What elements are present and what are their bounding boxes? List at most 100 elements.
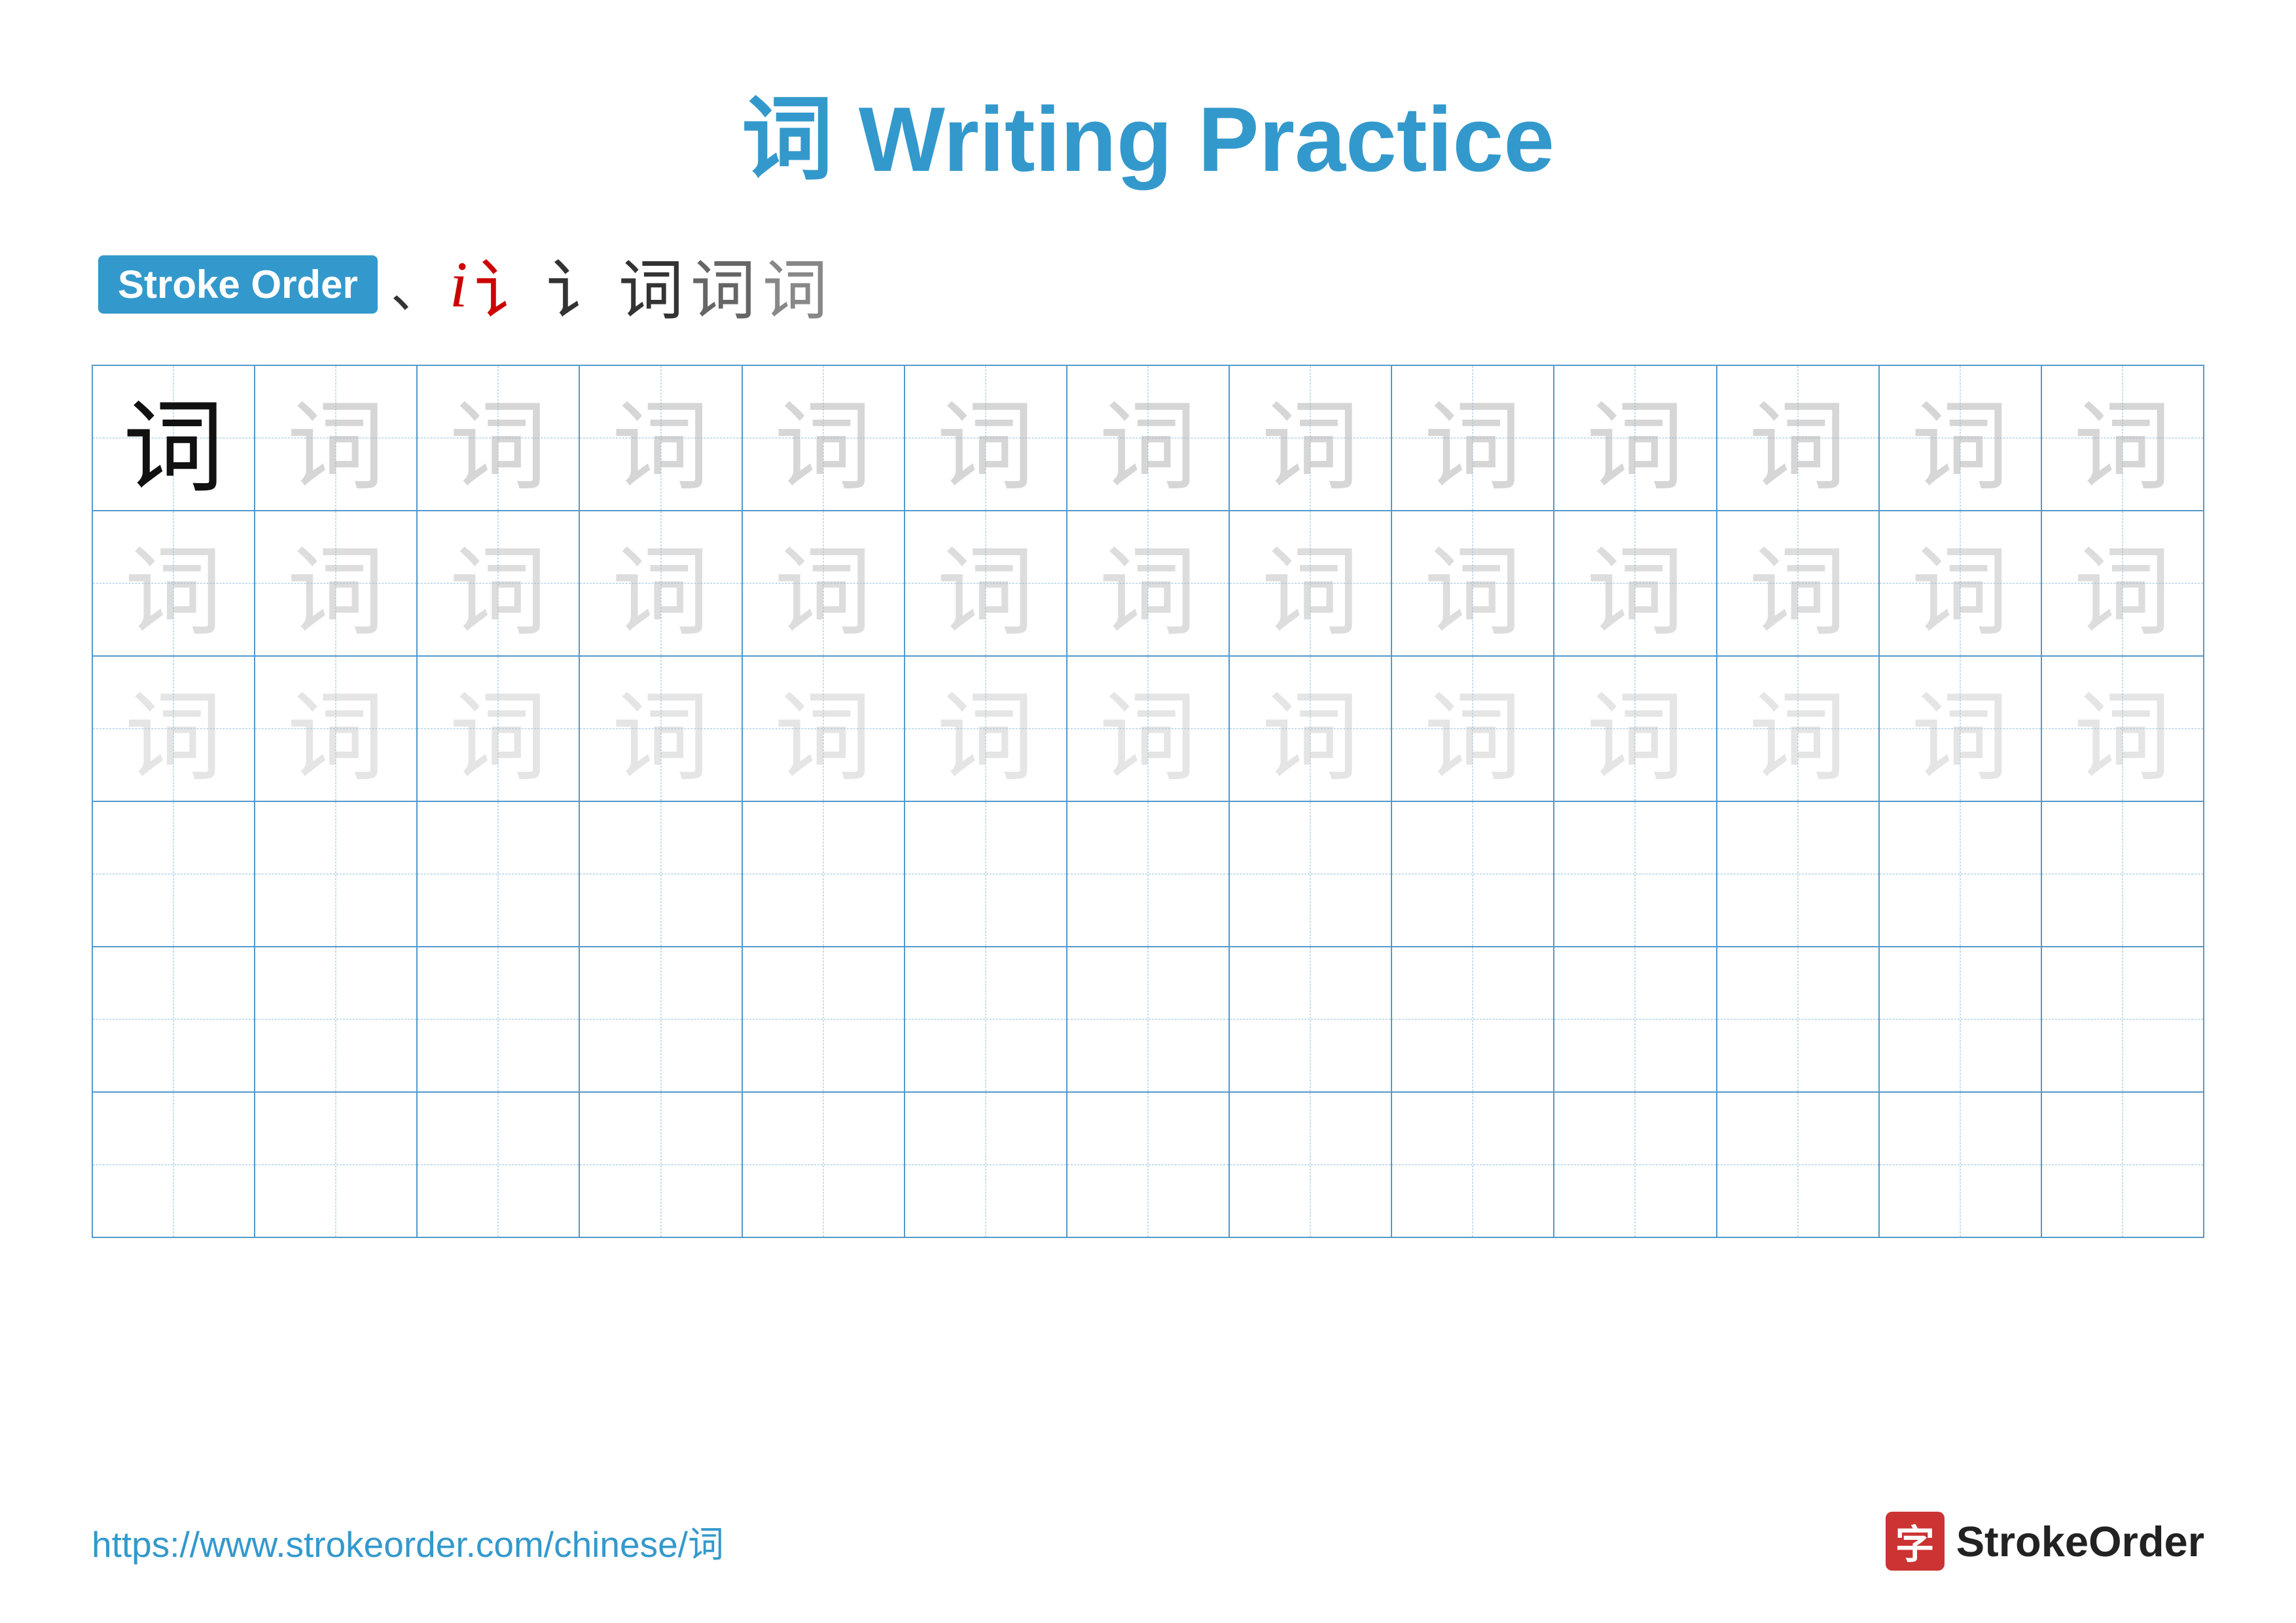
grid-cell-3-10: 词 [1554, 657, 1717, 801]
grid-cell-3-2: 词 [255, 657, 418, 801]
footer-logo-text: StrokeOrder [1956, 1517, 2204, 1566]
grid-cell-6-10[interactable] [1554, 1093, 1717, 1237]
grid-cell-1-7: 词 [1067, 366, 1230, 510]
stroke-7: 词 [762, 237, 828, 332]
grid-cell-3-3: 词 [418, 657, 580, 801]
stroke-2: i [450, 247, 468, 322]
grid-cell-6-7[interactable] [1067, 1093, 1230, 1237]
grid-cell-4-6[interactable] [905, 802, 1067, 946]
grid-cell-2-5: 词 [743, 511, 905, 655]
grid-cell-1-11: 词 [1717, 366, 1880, 510]
grid-cell-1-2: 词 [255, 366, 418, 510]
stroke-3: 讠 [475, 237, 540, 332]
grid-cell-1-3: 词 [418, 366, 580, 510]
grid-cell-4-10[interactable] [1554, 802, 1717, 946]
stroke-4: 讠 [547, 237, 612, 332]
grid-row-1: 词 词 词 词 词 词 词 词 词 词 词 词 词 [93, 366, 2203, 511]
grid-cell-4-8[interactable] [1230, 802, 1392, 946]
stroke-order-badge: Stroke Order [98, 255, 378, 314]
grid-cell-4-3[interactable] [418, 802, 580, 946]
grid-cell-1-1: 词 [93, 366, 255, 510]
stroke-order-row: Stroke Order 、 i 讠 讠 词 词 词 [92, 237, 2204, 332]
grid-cell-5-7[interactable] [1067, 947, 1230, 1091]
grid-cell-5-10[interactable] [1554, 947, 1717, 1091]
grid-cell-3-5: 词 [743, 657, 905, 801]
grid-cell-5-8[interactable] [1230, 947, 1392, 1091]
grid-cell-3-12: 词 [1880, 657, 2042, 801]
grid-cell-6-8[interactable] [1230, 1093, 1392, 1237]
grid-cell-6-1[interactable] [93, 1093, 255, 1237]
grid-cell-5-2[interactable] [255, 947, 418, 1091]
grid-cell-3-9: 词 [1392, 657, 1554, 801]
grid-cell-3-1: 词 [93, 657, 255, 801]
grid-cell-2-4: 词 [580, 511, 742, 655]
grid-cell-6-12[interactable] [1880, 1093, 2042, 1237]
grid-cell-2-2: 词 [255, 511, 418, 655]
grid-cell-1-9: 词 [1392, 366, 1554, 510]
grid-cell-2-6: 词 [905, 511, 1067, 655]
grid-cell-5-9[interactable] [1392, 947, 1554, 1091]
grid-cell-5-3[interactable] [418, 947, 580, 1091]
grid-cell-5-1[interactable] [93, 947, 255, 1091]
footer-url: https://www.strokeorder.com/chinese/词 [92, 1515, 724, 1567]
grid-cell-4-2[interactable] [255, 802, 418, 946]
footer-logo: 字 StrokeOrder [1886, 1512, 2204, 1571]
grid-cell-6-3[interactable] [418, 1093, 580, 1237]
grid-cell-5-11[interactable] [1717, 947, 1880, 1091]
grid-row-3: 词 词 词 词 词 词 词 词 词 词 词 词 词 [93, 657, 2203, 802]
grid-cell-4-12[interactable] [1880, 802, 2042, 946]
grid-cell-1-6: 词 [905, 366, 1067, 510]
grid-cell-2-7: 词 [1067, 511, 1230, 655]
grid-cell-4-9[interactable] [1392, 802, 1554, 946]
grid-cell-5-6[interactable] [905, 947, 1067, 1091]
grid-cell-2-13: 词 [2042, 511, 2203, 655]
grid-cell-2-8: 词 [1230, 511, 1392, 655]
grid-cell-4-4[interactable] [580, 802, 742, 946]
grid-cell-1-8: 词 [1230, 366, 1392, 510]
footer: https://www.strokeorder.com/chinese/词 字 … [92, 1512, 2204, 1571]
grid-cell-2-11: 词 [1717, 511, 1880, 655]
grid-cell-2-12: 词 [1880, 511, 2042, 655]
grid-cell-6-11[interactable] [1717, 1093, 1880, 1237]
grid-cell-3-13: 词 [2042, 657, 2203, 801]
grid-cell-1-12: 词 [1880, 366, 2042, 510]
grid-cell-3-4: 词 [580, 657, 742, 801]
grid-cell-6-13[interactable] [2042, 1093, 2203, 1237]
stroke-1: 、 [391, 247, 443, 323]
grid-cell-1-4: 词 [580, 366, 742, 510]
grid-row-2: 词 词 词 词 词 词 词 词 词 词 词 词 词 [93, 511, 2203, 657]
grid-cell-3-6: 词 [905, 657, 1067, 801]
grid-cell-3-8: 词 [1230, 657, 1392, 801]
grid-row-5 [93, 947, 2203, 1093]
grid-cell-4-11[interactable] [1717, 802, 1880, 946]
grid-cell-2-9: 词 [1392, 511, 1554, 655]
grid-cell-6-9[interactable] [1392, 1093, 1554, 1237]
grid-cell-3-7: 词 [1067, 657, 1230, 801]
grid-cell-5-13[interactable] [2042, 947, 2203, 1091]
grid-cell-6-2[interactable] [255, 1093, 418, 1237]
grid-cell-1-13: 词 [2042, 366, 2203, 510]
grid-cell-4-7[interactable] [1067, 802, 1230, 946]
grid-cell-6-5[interactable] [743, 1093, 905, 1237]
grid-cell-6-6[interactable] [905, 1093, 1067, 1237]
grid-cell-3-11: 词 [1717, 657, 1880, 801]
grid-cell-2-10: 词 [1554, 511, 1717, 655]
grid-cell-4-13[interactable] [2042, 802, 2203, 946]
grid-cell-2-3: 词 [418, 511, 580, 655]
grid-cell-2-1: 词 [93, 511, 255, 655]
stroke-6: 词 [691, 237, 756, 332]
grid-cell-4-5[interactable] [743, 802, 905, 946]
grid-row-6 [93, 1093, 2203, 1237]
grid-cell-1-5: 词 [743, 366, 905, 510]
char-solid: 词 [123, 365, 224, 512]
stroke-chars: 、 i 讠 讠 词 词 词 [391, 237, 828, 332]
grid-cell-5-12[interactable] [1880, 947, 2042, 1091]
practice-grid: 词 词 词 词 词 词 词 词 词 词 词 词 词 词 词 词 词 词 词 词 … [92, 365, 2204, 1238]
grid-cell-5-4[interactable] [580, 947, 742, 1091]
page: 词 Writing Practice Stroke Order 、 i 讠 讠 … [0, 0, 2296, 1623]
grid-cell-5-5[interactable] [743, 947, 905, 1091]
grid-cell-6-4[interactable] [580, 1093, 742, 1237]
grid-cell-4-1[interactable] [93, 802, 255, 946]
grid-cell-1-10: 词 [1554, 366, 1717, 510]
strokeorder-logo-icon: 字 [1886, 1512, 1945, 1571]
